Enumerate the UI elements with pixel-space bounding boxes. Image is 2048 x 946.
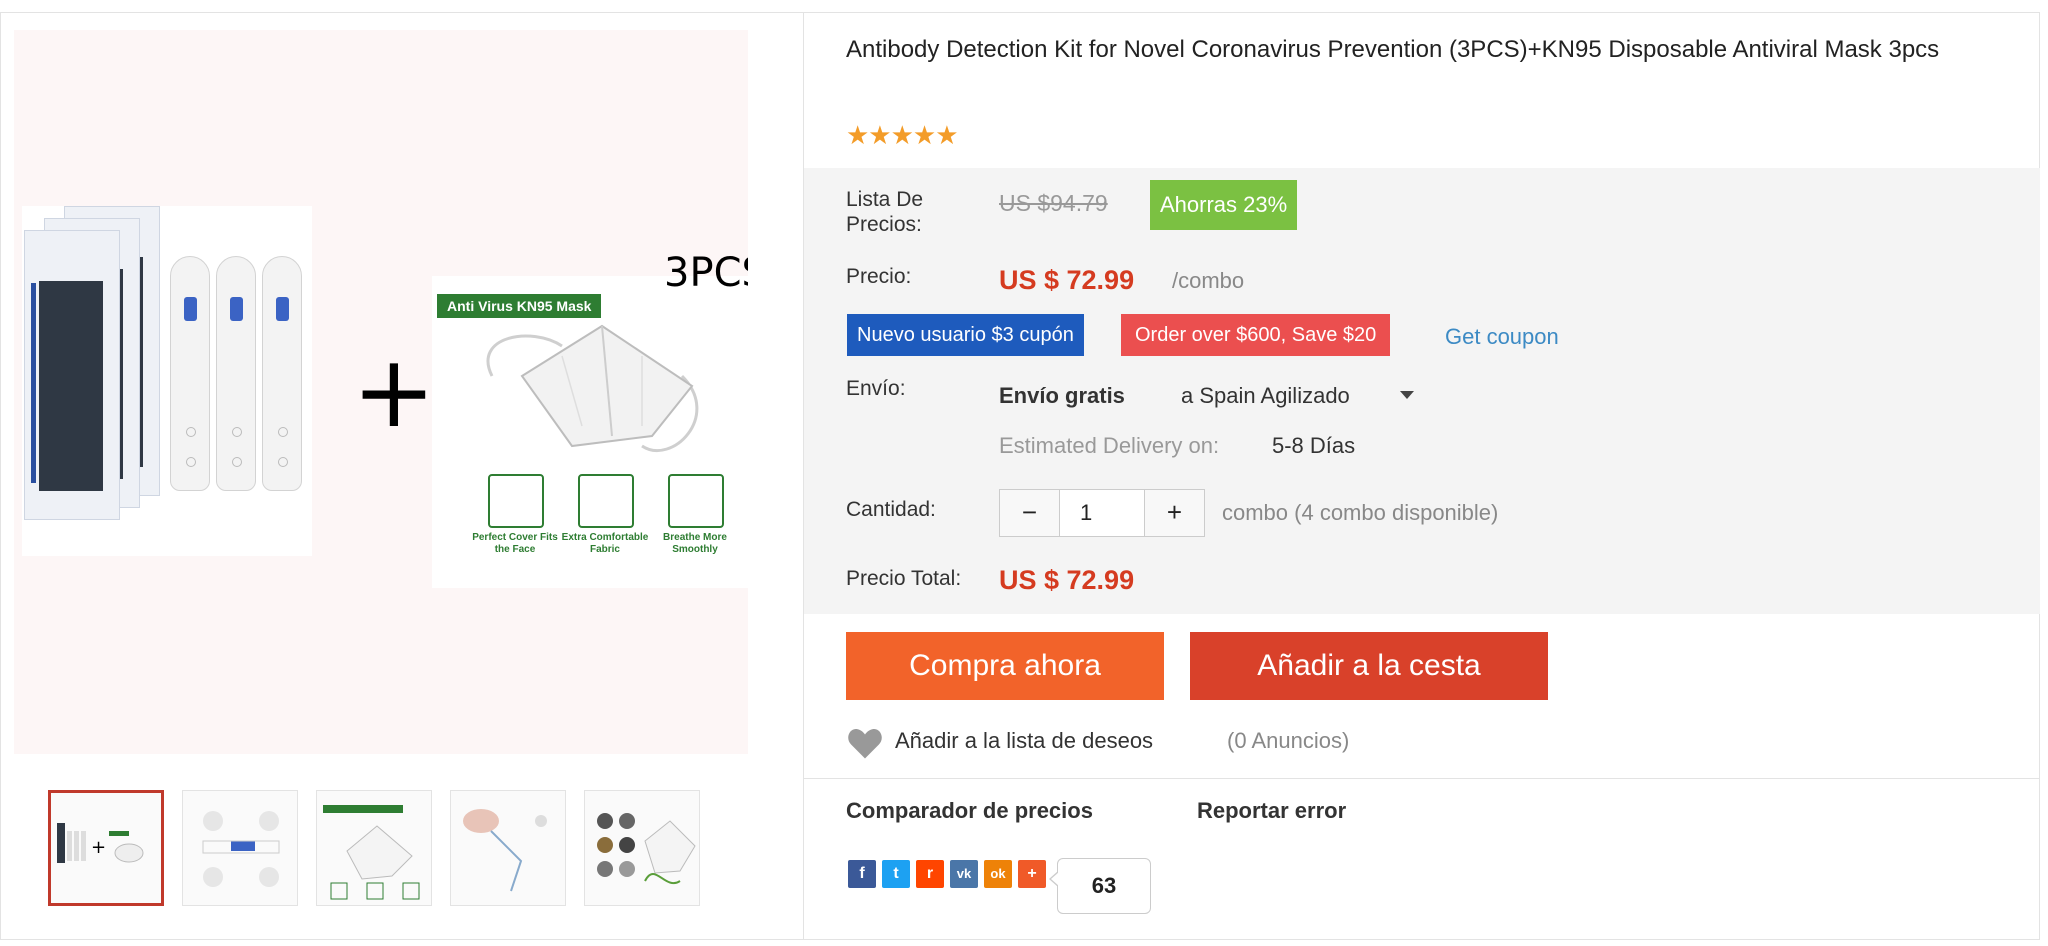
estimated-delivery-value: 5-8 Días (1272, 433, 1356, 458)
get-coupon-link[interactable]: Get coupon (1445, 324, 1559, 350)
savings-badge: Ahorras 23% (1150, 180, 1298, 230)
kn95-mask-image: Anti Virus KN95 Mask Perfect Cover Fits … (432, 276, 748, 588)
odnoklassniki-share-icon[interactable]: ok (984, 860, 1012, 888)
wishlist-count: (0 Anuncios) (1227, 728, 1350, 753)
stock-availability: combo (4 combo disponible) (1222, 500, 1499, 525)
thumbnail-1[interactable]: + (48, 790, 164, 906)
report-error-link[interactable]: Reportar error (1197, 798, 1346, 824)
free-shipping: Envío gratis (999, 383, 1125, 408)
quantity-label: Cantidad: (846, 498, 936, 521)
facebook-share-icon[interactable]: f (848, 860, 876, 888)
breathe-icon (668, 474, 724, 528)
kit-pouch (24, 230, 120, 520)
divider (804, 778, 2040, 779)
quantity-increase-button[interactable]: + (1144, 490, 1204, 536)
buy-now-button[interactable]: Compra ahora (846, 632, 1164, 700)
thumbnail-3[interactable] (316, 790, 432, 906)
list-price-label: Lista De Precios: (846, 188, 924, 236)
order-over-coupon[interactable]: Order over $600, Save $20 (1121, 314, 1391, 356)
vk-share-icon[interactable]: vk (950, 860, 978, 888)
plus-sign: + (352, 333, 436, 450)
mask-tag: Anti Virus KN95 Mask (437, 294, 602, 318)
heart-icon[interactable] (846, 726, 884, 760)
new-user-coupon[interactable]: Nuevo usuario $3 cupón (847, 314, 1084, 356)
quantity-decrease-button[interactable]: − (1000, 490, 1060, 536)
thumbnail-4[interactable] (450, 790, 566, 906)
product-title: Antibody Detection Kit for Novel Coronav… (846, 36, 1940, 63)
thumbnail-2[interactable] (182, 790, 298, 906)
quantity-badge-text: 3PCS (664, 250, 748, 296)
add-to-wishlist-link[interactable]: Añadir a la lista de deseos (895, 728, 1153, 754)
price-unit: /combo (1172, 268, 1245, 293)
share-count: 63 (1049, 858, 1151, 914)
price-compare-link[interactable]: Comparador de precios (846, 798, 1093, 824)
detection-kit-image (22, 206, 312, 556)
face-cover-icon (488, 474, 544, 528)
more-share-icon[interactable]: + (1018, 860, 1046, 888)
main-product-image[interactable]: + Anti Virus KN95 Mask Perfect Cover Fit… (14, 30, 748, 754)
total-price-label: Precio Total: (846, 567, 962, 590)
shipping-label: Envío: (846, 377, 906, 400)
current-price: US $ 72.99 (999, 265, 1135, 295)
test-cassette (170, 256, 210, 491)
mask-icon (486, 324, 699, 453)
reddit-share-icon[interactable]: r (916, 860, 944, 888)
svg-text:+: + (91, 837, 106, 858)
shipping-destination-select[interactable]: a Spain Agilizado (1181, 383, 1350, 409)
total-price: US $ 72.99 (999, 565, 1135, 595)
add-to-cart-button[interactable]: Añadir a la cesta (1190, 632, 1548, 700)
list-price: US $94.79 (999, 190, 1108, 216)
test-cassette (216, 256, 256, 491)
feature-label: Extra Comfortable Fabric (561, 532, 649, 555)
rating-stars-icon: ★★★★★ (846, 120, 959, 150)
thumbnail-5[interactable] (584, 790, 700, 906)
estimated-delivery-label: Estimated Delivery on: (999, 433, 1220, 458)
price-label: Precio: (846, 265, 912, 288)
quantity-input[interactable] (1060, 490, 1144, 536)
comfort-fabric-icon (578, 474, 634, 528)
chevron-down-icon[interactable] (1400, 391, 1414, 399)
test-cassette (262, 256, 302, 491)
twitter-share-icon[interactable]: t (882, 860, 910, 888)
price-panel (804, 168, 2040, 614)
feature-label: Perfect Cover Fits the Face (472, 532, 558, 555)
feature-label: Breathe More Smoothly (663, 532, 727, 555)
quantity-stepper: − + (999, 489, 1205, 537)
